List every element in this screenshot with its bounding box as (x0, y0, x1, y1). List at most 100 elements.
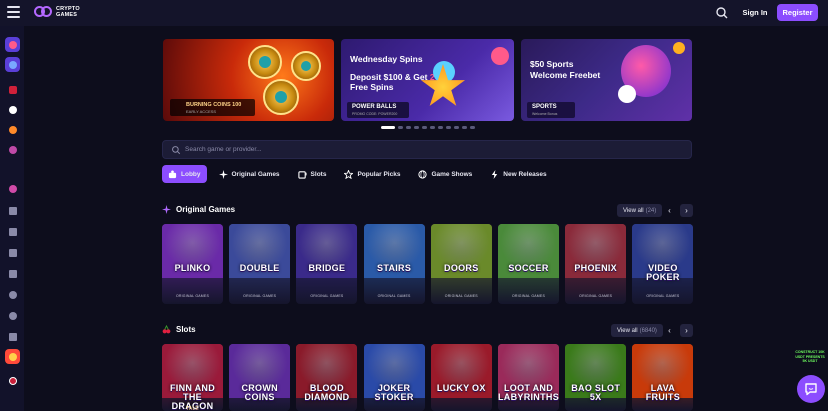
game-provider: ORIGINAL GAMES (175, 294, 209, 298)
esports-icon[interactable] (5, 181, 20, 196)
tab-new-releases[interactable]: New Releases (484, 165, 552, 183)
game-title: DOUBLE (239, 263, 280, 273)
game-card[interactable]: DOUBLE ORIGINAL GAMES (229, 224, 291, 304)
banner-subtitle: EARLY ACCESS (186, 109, 217, 114)
prev-arrow-icon[interactable]: ‹ (663, 204, 676, 217)
tab-lobby[interactable]: Lobby (162, 165, 207, 183)
language-icon[interactable] (5, 373, 20, 388)
carousel-dots (381, 126, 475, 129)
banner-tag-title: SPORTS (532, 104, 557, 110)
originals-icon[interactable] (5, 57, 20, 72)
coin-image (248, 45, 282, 79)
coin-image (291, 51, 321, 81)
game-title: BAO SLOT 5X (571, 383, 621, 402)
promotions-icon[interactable] (5, 203, 20, 218)
carousel-dot[interactable] (422, 126, 427, 129)
gift-icon[interactable] (5, 224, 20, 239)
search-bar[interactable]: Search game or provider... (162, 140, 692, 159)
tab-popular-picks[interactable]: Popular Picks (338, 165, 406, 183)
carousel-dot[interactable] (430, 126, 435, 129)
banner-tag-sub: PROMO CODE: POWER200 (352, 112, 398, 116)
chat-button[interactable] (797, 375, 825, 403)
game-card[interactable]: BRIDGE ORIGINAL GAMES (296, 224, 358, 304)
carousel-dot[interactable] (398, 126, 403, 129)
category-tabs: Lobby Original Games Slots Popular Picks… (162, 165, 553, 183)
tab-original-games[interactable]: Original Games (213, 165, 286, 183)
game-title: BLOOD DIAMOND (304, 383, 350, 402)
section-title-original-games: Original Games (162, 205, 235, 214)
menu-icon[interactable] (7, 6, 20, 19)
bolt-icon (492, 169, 498, 179)
tab-slots[interactable]: Slots (292, 165, 333, 183)
vip-icon[interactable] (5, 245, 20, 260)
section-title-slots: Slots (162, 325, 196, 334)
download-icon[interactable] (5, 329, 20, 344)
game-card[interactable]: PHOENIX ORIGINAL GAMES (565, 224, 627, 304)
banner-title: BURNING COINS 100 (186, 102, 242, 108)
banner-tag: BURNING COINS 100 EARLY ACCESS (170, 99, 255, 116)
carousel-dot[interactable] (462, 126, 467, 129)
banner-title: $50 Sports Welcome Freebet (530, 59, 601, 80)
star-icon (344, 169, 354, 179)
game-card[interactable]: LUCKY OX (430, 344, 492, 411)
carousel-dot[interactable] (446, 126, 451, 129)
next-arrow-icon[interactable]: › (680, 324, 693, 337)
carousel-dot[interactable] (414, 126, 419, 129)
sign-in-button[interactable]: Sign In (738, 4, 772, 21)
game-card[interactable]: BAO SLOT 5X (565, 344, 627, 411)
basketball-icon[interactable] (5, 122, 20, 137)
loyalty-icon[interactable] (5, 287, 20, 302)
prev-arrow-icon[interactable]: ‹ (663, 324, 676, 337)
logo-line2: GAMES (56, 12, 78, 18)
game-card[interactable]: DOORS ORIGINAL GAMES (430, 224, 492, 304)
view-all-original-games-button[interactable]: View all (24) (617, 204, 663, 217)
top-bar: CRYPTO GAMES Sign In Register (0, 0, 828, 26)
logo[interactable]: CRYPTO GAMES (34, 6, 80, 18)
game-card[interactable]: VIDEO POKER ORIGINAL GAMES (632, 224, 694, 304)
sports-icon[interactable] (5, 102, 20, 117)
game-card[interactable]: JOKER STOKER (363, 344, 425, 411)
game-card[interactable]: CROWN COINS (229, 344, 291, 411)
promo-badge[interactable]: CONSTRUCT 10K USDT PRESENTS 5K USDT (795, 350, 825, 364)
soccer-ball-icon (618, 85, 636, 103)
globe-icon (418, 169, 428, 179)
game-card[interactable]: LOOT AND LABYRINTHS (498, 344, 559, 411)
wallet-icon[interactable] (5, 266, 20, 281)
view-all-slots-button[interactable]: View all (6840) (611, 324, 663, 337)
carousel-dot[interactable] (470, 126, 475, 129)
game-card[interactable]: FINN AND THE DRAGON TALE (162, 344, 223, 411)
game-card[interactable]: LAVA FRUITS (632, 344, 694, 411)
game-subtitle: TALE (186, 406, 199, 411)
carousel-dot[interactable] (381, 126, 395, 129)
game-title: BRIDGE (308, 263, 346, 273)
game-provider: ORIGINAL GAMES (511, 294, 545, 298)
carousel-dot[interactable] (406, 126, 411, 129)
banner-tag: SPORTS Welcome Bonus (527, 102, 575, 118)
support-icon[interactable] (5, 349, 20, 364)
tab-game-shows[interactable]: Game Shows (412, 165, 478, 183)
search-icon[interactable] (714, 5, 730, 21)
affiliate-icon[interactable] (5, 308, 20, 323)
game-card[interactable]: PLINKO ORIGINAL GAMES (162, 224, 223, 304)
sparkle-icon (162, 205, 171, 214)
game-card[interactable]: SOCCER ORIGINAL GAMES (498, 224, 559, 304)
ball-image (491, 47, 509, 65)
carousel-dot[interactable] (438, 126, 443, 129)
game-provider: ORIGINAL GAMES (377, 294, 411, 298)
logo-text: CRYPTO GAMES (56, 6, 80, 18)
game-card[interactable]: BLOOD DIAMOND (296, 344, 358, 411)
next-arrow-icon[interactable]: › (680, 204, 693, 217)
game-provider: ORIGINAL GAMES (310, 294, 344, 298)
carousel-dot[interactable] (454, 126, 459, 129)
game-provider: ORIGINAL GAMES (646, 294, 680, 298)
slots-icon[interactable] (5, 82, 20, 97)
tennis-icon[interactable] (5, 142, 20, 157)
game-card[interactable]: STAIRS ORIGINAL GAMES (363, 224, 425, 304)
game-title: STAIRS (377, 263, 412, 273)
register-button[interactable]: Register (777, 4, 818, 21)
search-input[interactable]: Search game or provider... (185, 146, 262, 153)
sparkle-icon (218, 169, 228, 179)
banner-tag-title: POWER BALLS (352, 104, 397, 110)
sidebar (0, 26, 24, 411)
casino-icon[interactable] (5, 37, 20, 52)
